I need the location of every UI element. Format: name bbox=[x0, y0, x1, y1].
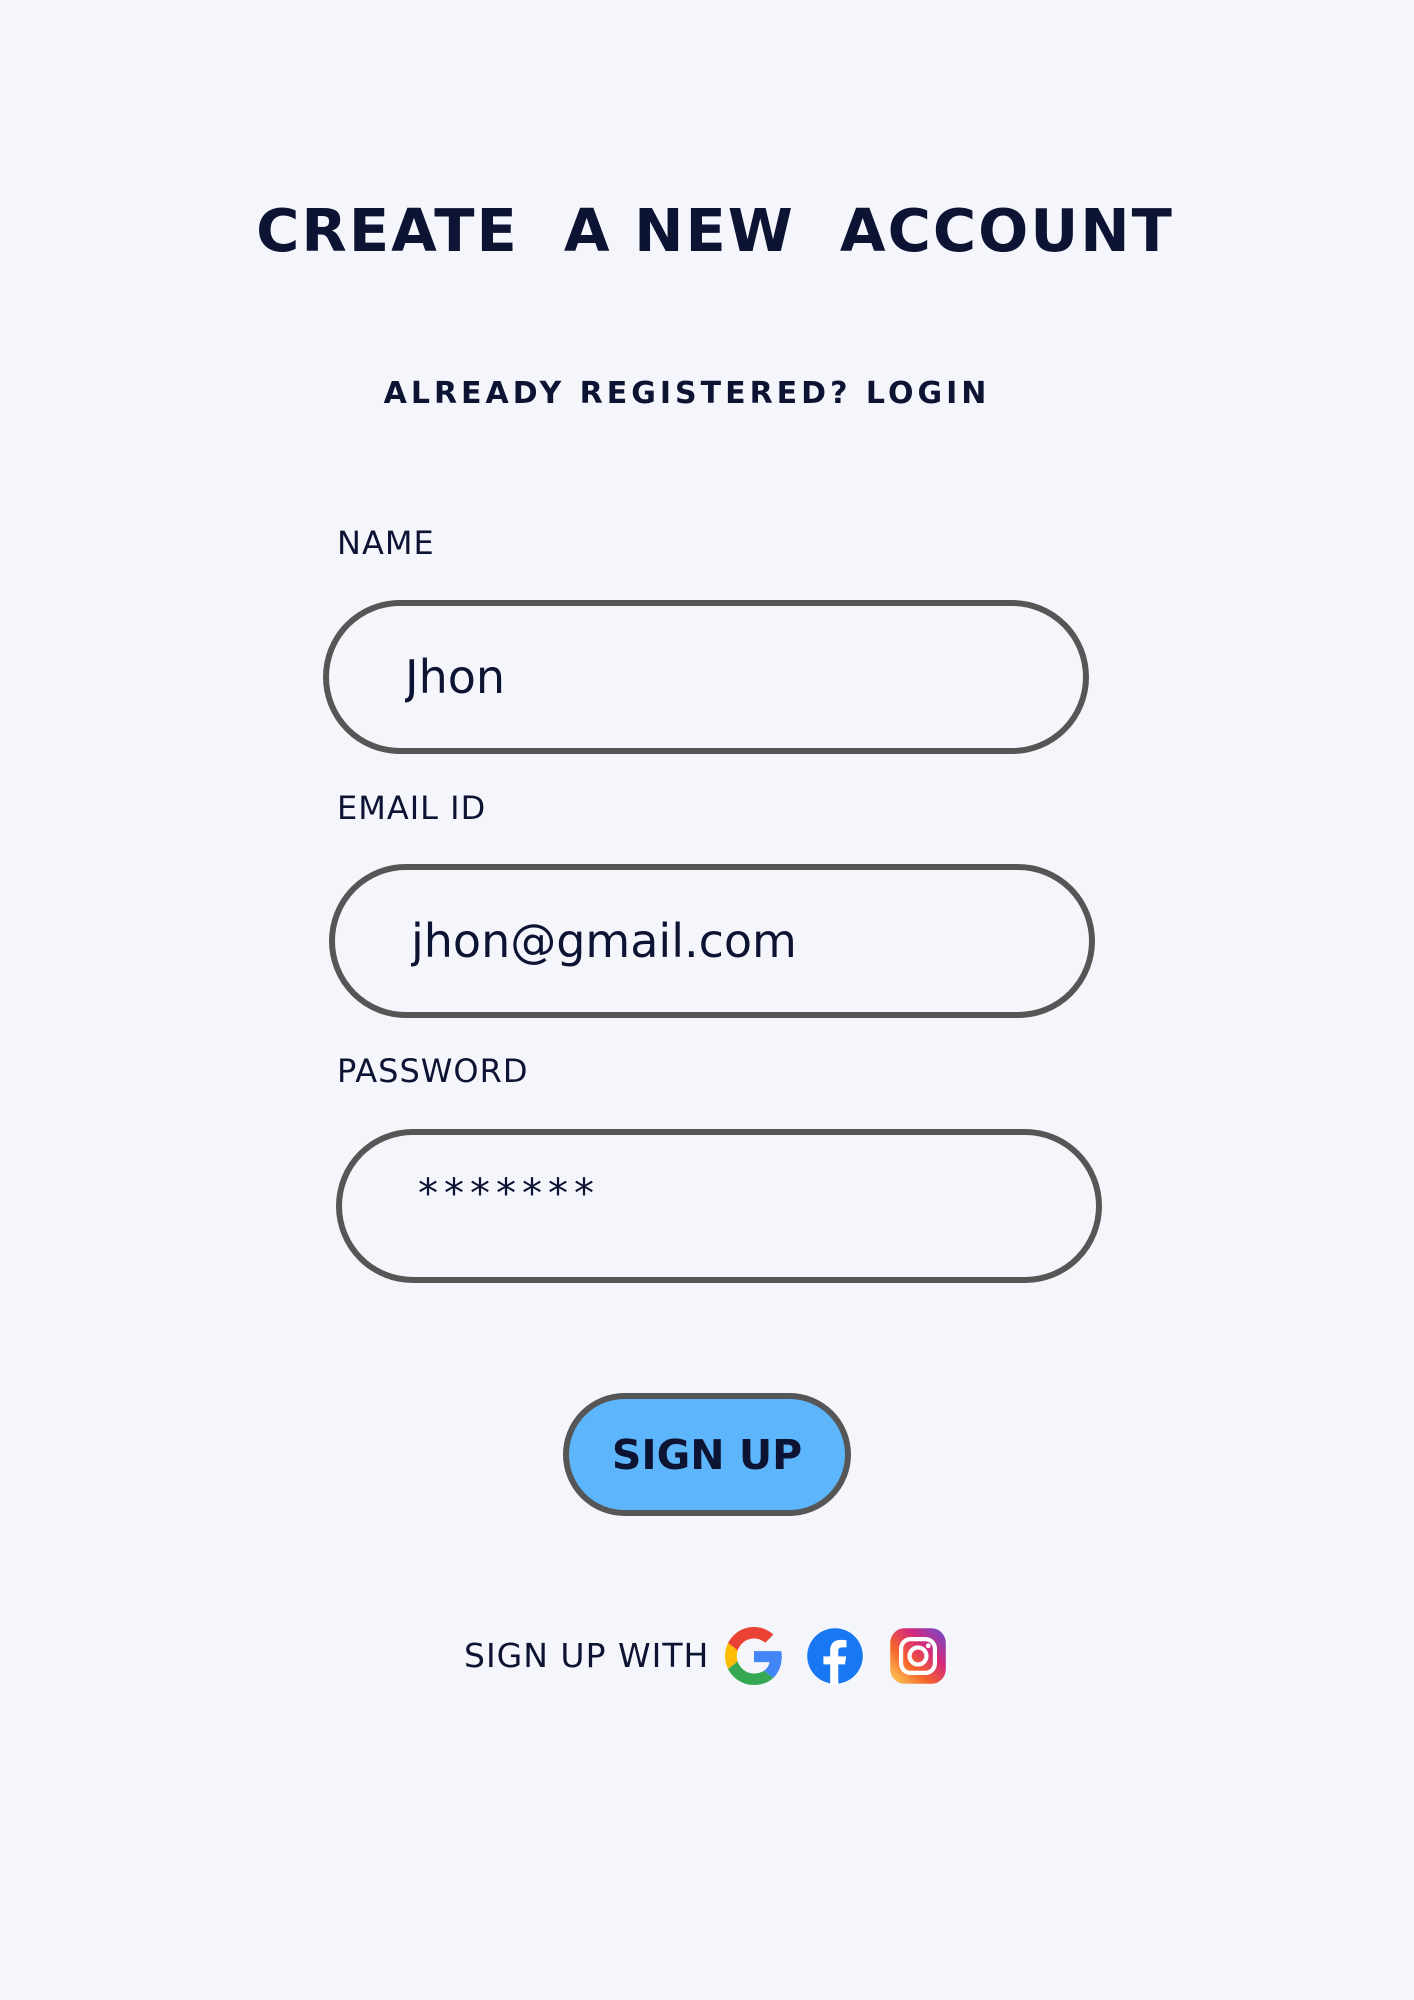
password-label: PASSWORD bbox=[337, 1052, 529, 1090]
email-input[interactable] bbox=[329, 864, 1095, 1018]
login-link[interactable]: ALREADY REGISTERED? LOGIN bbox=[0, 376, 1374, 411]
password-input[interactable] bbox=[336, 1129, 1102, 1283]
email-label: EMAIL ID bbox=[337, 789, 487, 827]
name-input[interactable] bbox=[323, 600, 1089, 754]
name-label: NAME bbox=[337, 524, 435, 562]
signup-button[interactable]: SIGN UP bbox=[563, 1393, 851, 1516]
google-icon[interactable] bbox=[725, 1627, 783, 1685]
instagram-icon[interactable] bbox=[889, 1627, 947, 1685]
signup-with-label: SIGN UP WITH bbox=[464, 1636, 710, 1675]
facebook-icon[interactable] bbox=[806, 1627, 864, 1685]
page-title: CREATE A NEW ACCOUNT bbox=[256, 196, 1174, 265]
